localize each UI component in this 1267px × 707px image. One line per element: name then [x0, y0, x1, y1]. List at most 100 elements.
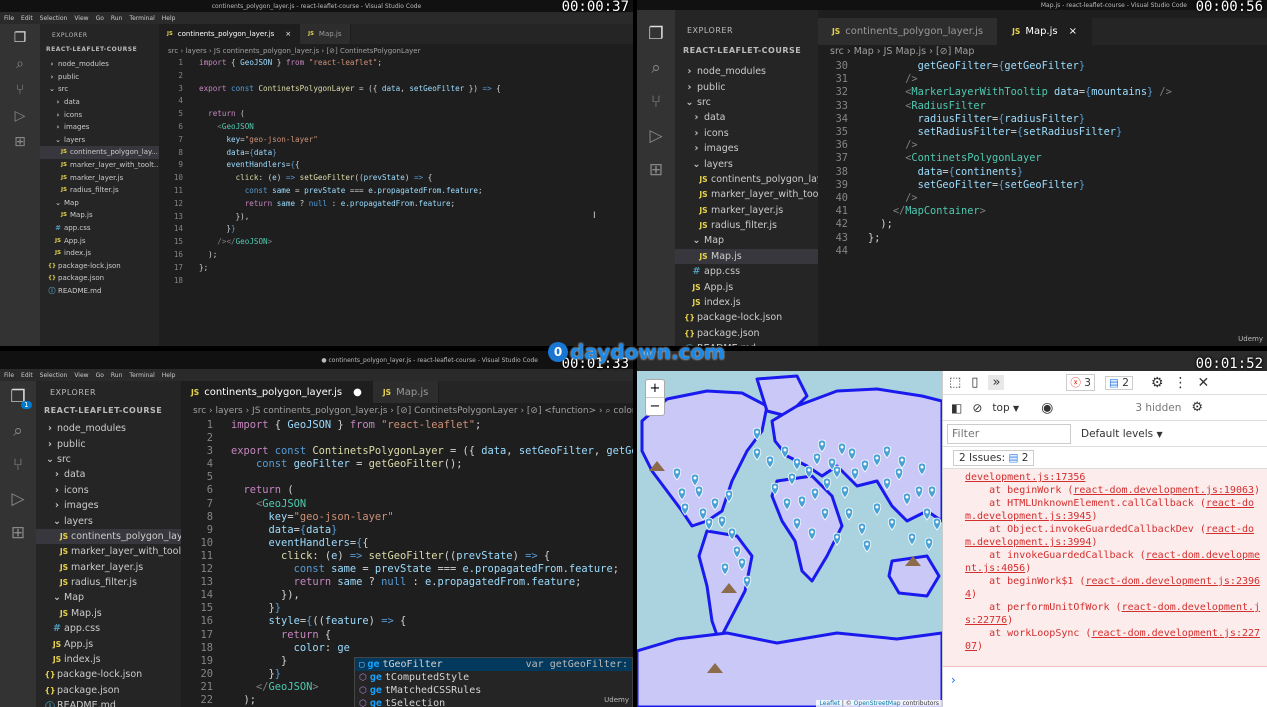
explorer-icon[interactable]: ❐ 1 — [10, 387, 32, 409]
menu-selection[interactable]: Selection — [40, 372, 68, 379]
log-levels-dropdown[interactable]: Default levels ▼ — [1081, 428, 1163, 440]
issues-link[interactable]: 2 Issues: ▤ 2 — [953, 449, 1035, 466]
tree-item[interactable]: {} package.json — [40, 272, 159, 285]
tree-item[interactable]: JS marker_layer.js — [675, 203, 818, 218]
menu-view[interactable]: View — [74, 15, 88, 22]
tree-item[interactable]: ⌄ layers — [40, 134, 159, 147]
tree-item[interactable]: › images — [40, 121, 159, 134]
issues-badge[interactable]: ▤ 2 — [1104, 375, 1133, 390]
tree-item[interactable]: ⓘREADME.md — [40, 285, 159, 298]
map-marker-icon[interactable] — [752, 447, 762, 461]
tree-item[interactable]: › public — [40, 71, 159, 84]
console-settings-gear-icon[interactable]: ⚙ — [1191, 400, 1203, 415]
osm-link[interactable]: OpenStreetMap — [854, 700, 901, 707]
tree-item[interactable]: JS Map.js — [36, 606, 181, 621]
tree-item[interactable]: # app.css — [36, 621, 181, 636]
map-marker-icon[interactable] — [922, 507, 932, 521]
zoom-in-button[interactable]: + — [646, 380, 664, 398]
tree-item[interactable]: › images — [36, 498, 181, 513]
map-marker-icon[interactable] — [924, 537, 934, 551]
tree-item[interactable]: ⌄ layers — [36, 513, 181, 528]
source-link[interactable]: react-dom.development.js:19063 — [1073, 485, 1254, 496]
leaflet-link[interactable]: Leaflet — [819, 700, 839, 707]
menu-file[interactable]: File — [4, 372, 14, 379]
source-control-icon[interactable]: ⑂ — [16, 82, 24, 98]
tree-item[interactable]: JSmarker_layer_with_toolt... — [40, 159, 159, 172]
map-marker-icon[interactable] — [840, 485, 850, 499]
tree-item[interactable]: JS index.js — [675, 295, 818, 310]
tree-item[interactable]: › data — [40, 96, 159, 109]
tree-item[interactable]: JS Map.js — [40, 209, 159, 222]
live-expression-eye-icon[interactable]: ◉ — [1041, 400, 1053, 416]
console-filter-input[interactable] — [947, 423, 1071, 444]
tab-map-js[interactable]: JS Map.js — [372, 381, 440, 403]
menu-edit[interactable]: Edit — [21, 15, 33, 22]
menu-run[interactable]: Run — [111, 372, 123, 379]
map-marker-icon[interactable] — [792, 457, 802, 471]
tree-item[interactable]: › node_modules — [36, 421, 181, 436]
tree-item[interactable]: ⌄ src — [40, 83, 159, 96]
tab-continents-polygon-layer[interactable]: JS continents_polygon_layer.js ● — [181, 381, 373, 403]
tree-item[interactable]: › public — [36, 436, 181, 451]
device-toggle-icon[interactable]: ▯ — [971, 375, 978, 390]
map-marker-icon[interactable] — [832, 465, 842, 479]
tree-item[interactable]: › icons — [675, 126, 818, 141]
search-icon[interactable]: ⌕ — [16, 56, 24, 72]
more-options-icon[interactable]: ⋮ — [1173, 375, 1187, 391]
map-marker-icon[interactable] — [704, 517, 714, 531]
menu-help[interactable]: Help — [162, 372, 176, 379]
map-marker-icon[interactable] — [862, 539, 872, 553]
suggestion-item[interactable]: ⬡ ge tSelection — [355, 697, 632, 707]
suggestion-item[interactable]: ⬡ ge tComputedStyle — [355, 671, 632, 684]
project-root[interactable]: REACT-LEAFLET-COURSE — [40, 46, 159, 58]
suggestion-item[interactable]: ▢ ge tGeoFilter var getGeoFilter: — [355, 658, 632, 671]
source-link[interactable]: development.js:17356 — [965, 472, 1085, 483]
tree-item[interactable]: JS Map.js — [675, 248, 818, 265]
map-marker-icon[interactable] — [717, 515, 727, 529]
tree-item[interactable]: {} package-lock.json — [675, 310, 818, 325]
tree-item[interactable]: ⌄ Map — [36, 590, 181, 605]
search-icon[interactable]: ⌕ — [651, 58, 661, 78]
map-marker-icon[interactable] — [765, 455, 775, 469]
explorer-icon[interactable]: ❐ — [14, 30, 27, 46]
menu-go[interactable]: Go — [96, 15, 104, 22]
unsaved-dot-icon[interactable]: ● — [353, 387, 362, 398]
tree-item[interactable]: JScontinents_polygon_lay... — [40, 146, 159, 159]
clear-console-icon[interactable]: ⊘ — [972, 401, 982, 415]
suggestion-item[interactable]: ⬡ ge tMatchedCSSRules — [355, 684, 632, 697]
run-debug-icon[interactable]: ▷ — [649, 126, 662, 146]
context-selector[interactable]: top ▼ — [992, 402, 1019, 414]
tree-item[interactable]: # app.css — [40, 222, 159, 235]
run-debug-icon[interactable]: ▷ — [11, 489, 24, 509]
tree-item[interactable]: ⌄ src — [36, 452, 181, 467]
menu-terminal[interactable]: Terminal — [129, 15, 154, 22]
tree-item[interactable]: JS marker_layer.js — [36, 560, 181, 575]
close-tab-icon[interactable]: × — [285, 30, 291, 38]
menu-file[interactable]: File — [4, 15, 14, 22]
source-control-icon[interactable]: ⑂ — [13, 455, 23, 475]
code-editor[interactable]: 30 getGeoFilter={getGeoFilter} 31 /> 32 <M… — [818, 60, 1172, 258]
tree-item[interactable]: {} package.json — [36, 683, 181, 698]
tree-item[interactable]: JS App.js — [36, 636, 181, 651]
tree-item[interactable]: ⓘREADME.md — [36, 698, 181, 707]
tree-item[interactable]: JSmarker_layer_with_toolt... — [36, 544, 181, 559]
tree-item[interactable]: › node_modules — [675, 64, 818, 79]
tree-item[interactable]: JScontinents_polygon_lay... — [675, 172, 818, 187]
extensions-icon[interactable]: ⊞ — [649, 160, 663, 180]
run-debug-icon[interactable]: ▷ — [15, 108, 26, 124]
console-prompt[interactable]: › — [943, 667, 1267, 693]
tree-item[interactable]: › data — [36, 467, 181, 482]
tree-item[interactable]: › public — [675, 79, 818, 94]
tree-item[interactable]: › icons — [40, 108, 159, 121]
settings-gear-icon[interactable]: ⚙ — [1151, 375, 1164, 391]
tree-item[interactable]: {} package-lock.json — [40, 260, 159, 273]
menu-go[interactable]: Go — [96, 372, 104, 379]
map-marker-icon[interactable] — [907, 532, 917, 546]
close-tab-icon[interactable]: × — [1069, 26, 1077, 37]
tab-map-js[interactable]: JS Map.js — [300, 24, 351, 44]
tree-item[interactable]: › data — [675, 110, 818, 125]
more-tabs-icon[interactable]: » — [988, 375, 1005, 390]
autocomplete-popup[interactable]: ▢ ge tGeoFilter var getGeoFilter: ⬡ ge tComput… — [354, 657, 633, 707]
zoom-out-button[interactable]: − — [646, 398, 664, 415]
tree-item[interactable]: JS index.js — [36, 652, 181, 667]
